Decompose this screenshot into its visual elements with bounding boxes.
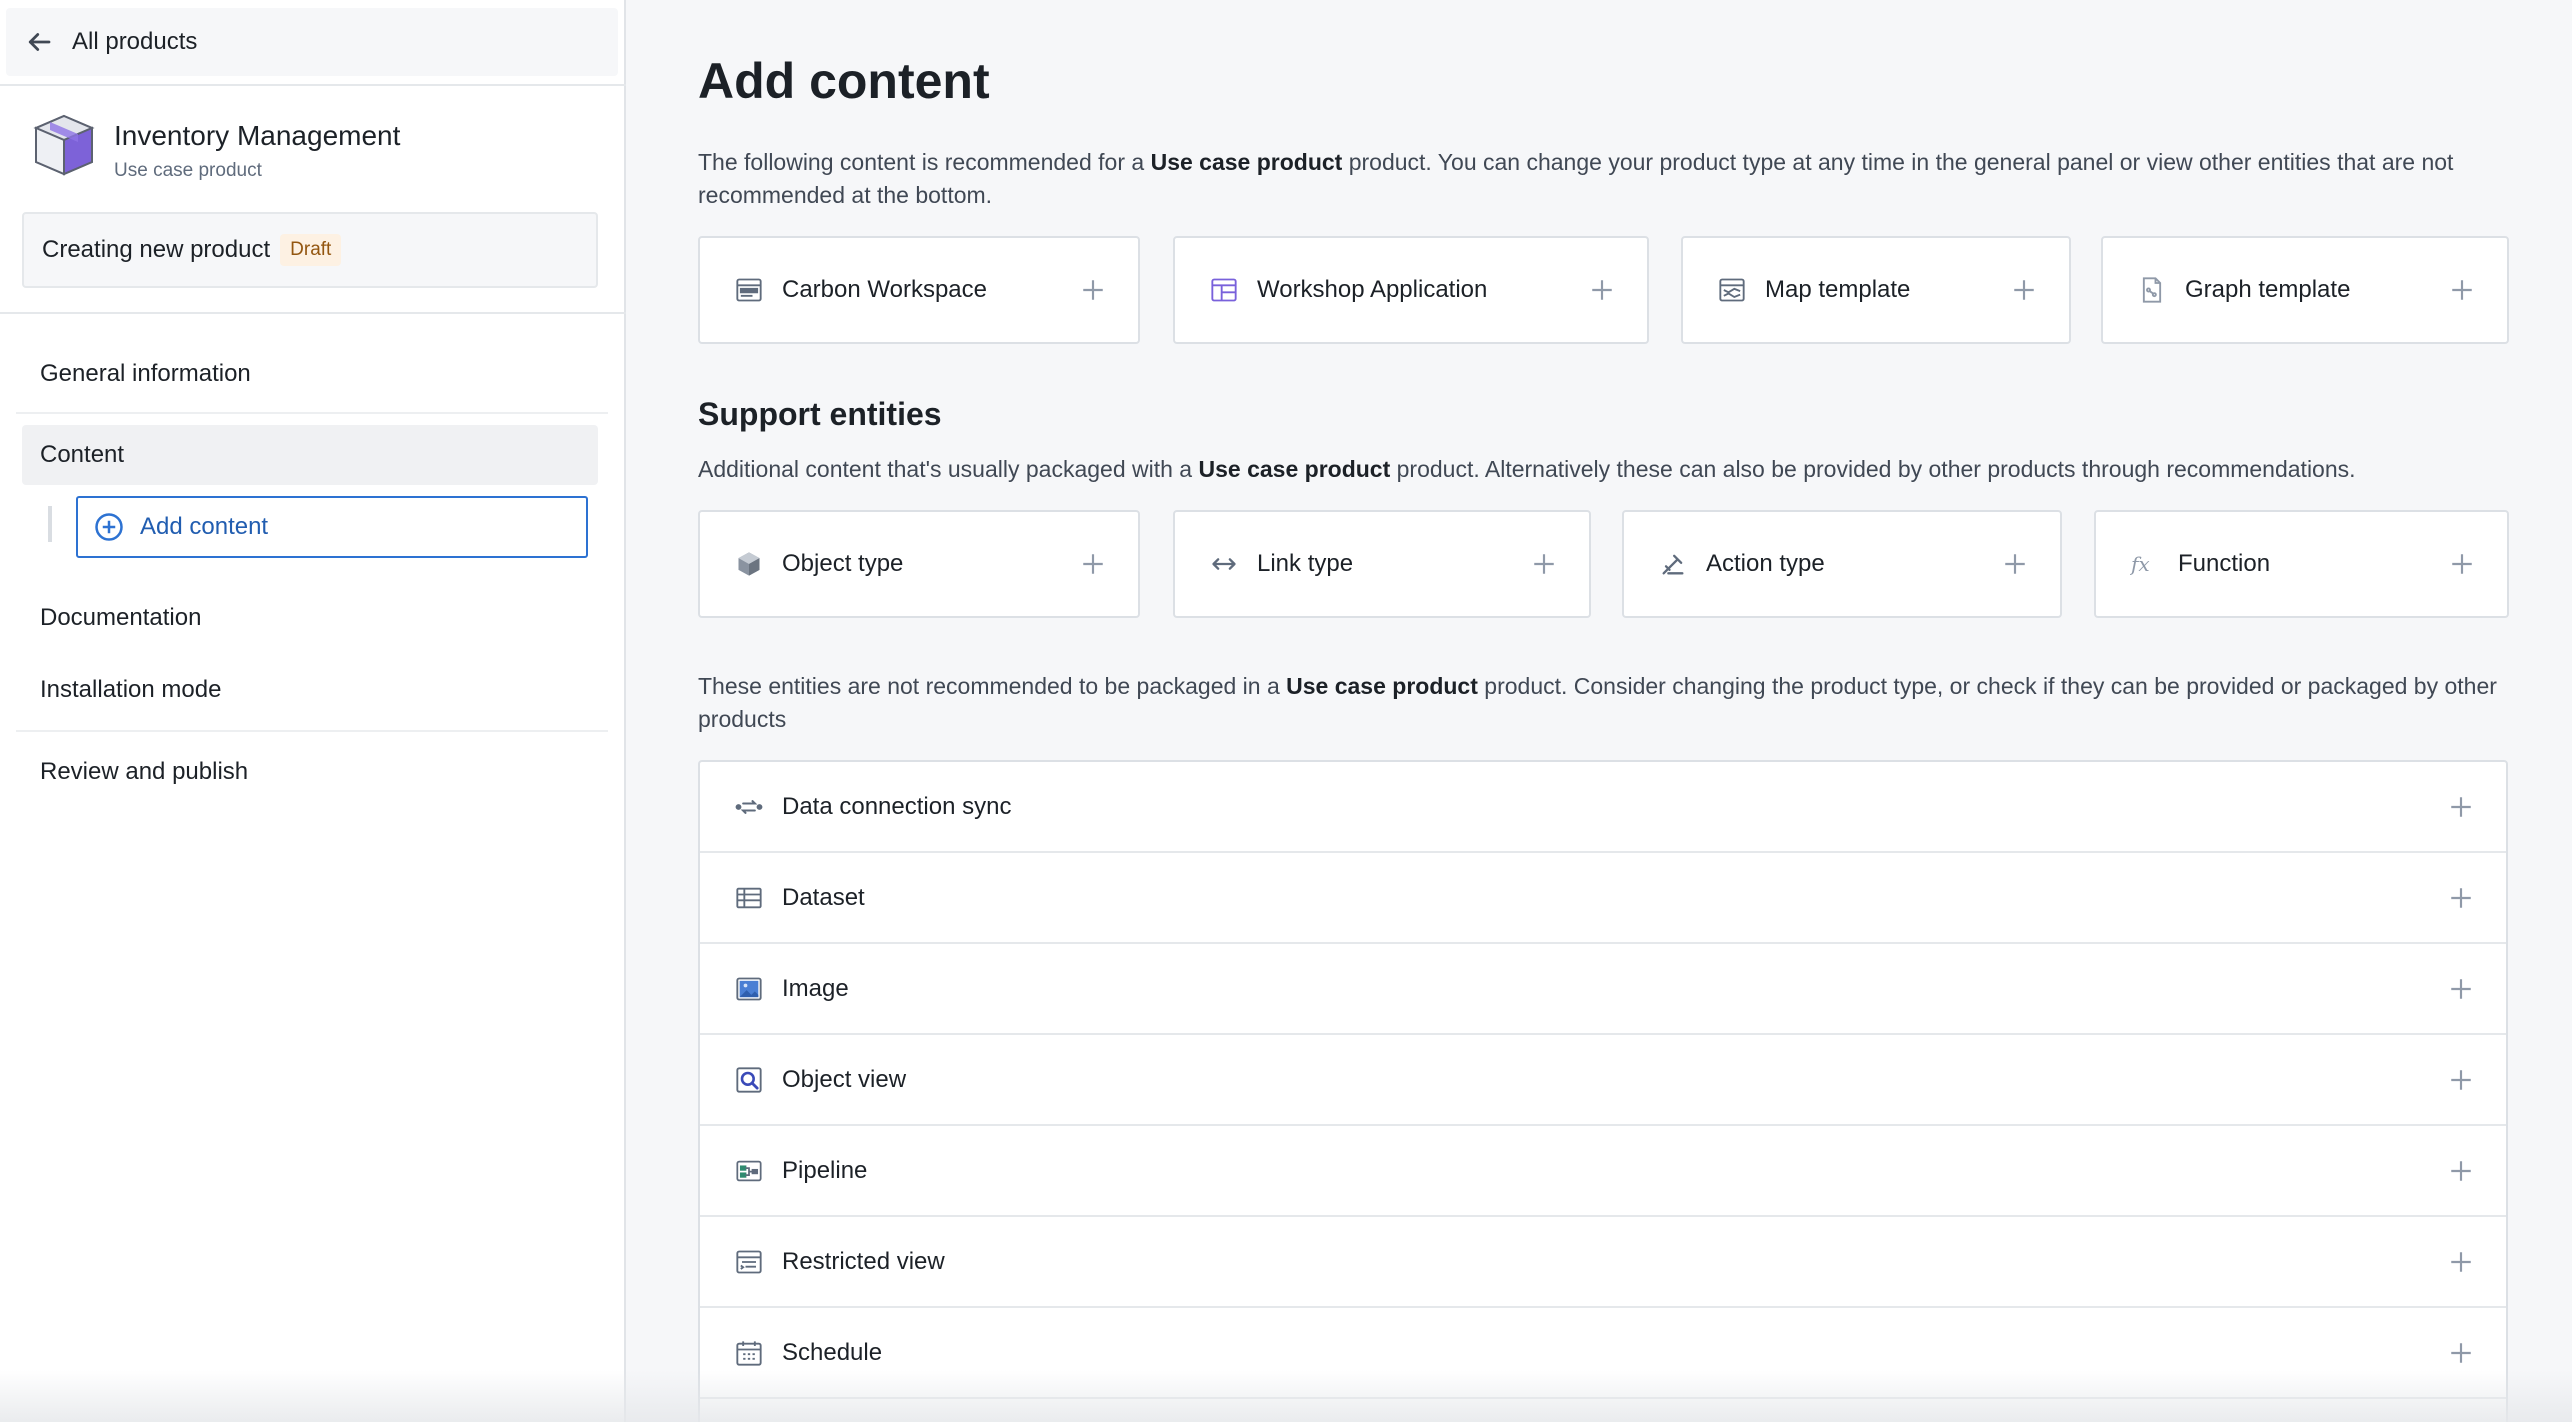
nav-content[interactable]: Content <box>22 425 598 485</box>
list-item-object-view[interactable]: Object view <box>700 1035 2506 1126</box>
add-function-card[interactable]: fx Function <box>2094 510 2509 618</box>
carbon-workspace-icon <box>734 275 764 305</box>
not-recommended-description: These entities are not recommended to be… <box>698 673 2497 732</box>
list-item-label: Dataset <box>782 883 865 911</box>
add-content-label: Add content <box>140 513 269 540</box>
list-item-dataset[interactable]: Dataset <box>700 853 2506 944</box>
card-label: Link type <box>1257 550 1354 577</box>
product-status: Creating new product Draft <box>22 212 598 288</box>
product-type: Use case product <box>114 160 262 181</box>
list-item-label: Object view <box>782 1065 907 1093</box>
product-box-icon <box>33 114 95 176</box>
plus-icon <box>2452 554 2472 574</box>
image-icon <box>734 974 764 1004</box>
dataset-icon <box>734 883 764 913</box>
graph-template-icon <box>2137 275 2167 305</box>
not-recommended-list: Data connection sync Dataset Image Objec… <box>698 760 2508 1422</box>
plus-icon <box>2451 1342 2471 1363</box>
back-label: All products <box>72 28 198 55</box>
plus-icon <box>2451 1160 2471 1181</box>
plus-icon <box>2451 1069 2471 1090</box>
plus-icon <box>2005 554 2025 574</box>
map-template-icon <box>1717 275 1747 305</box>
add-map-template-card[interactable]: Map template <box>1681 236 2071 344</box>
list-item-label: Restricted view <box>782 1247 945 1275</box>
plus-icon <box>2451 1251 2471 1272</box>
cube-icon <box>734 549 764 579</box>
plus-icon <box>2452 280 2472 300</box>
add-carbon-workspace-card[interactable]: Carbon Workspace <box>698 236 1140 344</box>
calendar-icon <box>734 1338 764 1368</box>
product-header: Inventory Management Use case product <box>32 112 400 182</box>
card-label: Function <box>2178 550 2271 577</box>
plus-icon <box>2451 887 2471 908</box>
card-label: Carbon Workspace <box>782 276 987 303</box>
svg-text:fx: fx <box>2130 552 2150 576</box>
action-icon <box>1658 549 1688 579</box>
status-label: Creating new product <box>42 236 271 263</box>
plus-icon <box>1083 554 1103 574</box>
pipeline-icon <box>734 1156 764 1186</box>
nav-installation-mode[interactable]: Installation mode <box>22 660 598 720</box>
add-circle-icon <box>95 513 123 541</box>
add-link-type-card[interactable]: Link type <box>1173 510 1591 618</box>
object-view-icon <box>734 1065 764 1095</box>
all-products-link[interactable]: All products <box>6 8 618 76</box>
card-label: Object type <box>782 550 904 577</box>
product-name: Inventory Management <box>114 120 401 151</box>
list-item-label: Pipeline <box>782 1156 868 1184</box>
plus-icon <box>1534 554 1554 574</box>
add-workshop-application-card[interactable]: Workshop Application <box>1173 236 1649 344</box>
card-label: Workshop Application <box>1257 276 1488 303</box>
main-content: Add content The following content is rec… <box>628 0 2572 1422</box>
list-item-image[interactable]: Image <box>700 944 2506 1035</box>
sync-icon <box>734 792 764 822</box>
list-item-pipeline[interactable]: Pipeline <box>700 1126 2506 1217</box>
workshop-app-icon <box>1209 275 1239 305</box>
list-item[interactable] <box>700 1399 2506 1422</box>
intro-text: The following content is recommended for… <box>698 149 2454 208</box>
sidebar: All products Inventory Management Use ca… <box>0 0 626 1422</box>
nav-review-and-publish[interactable]: Review and publish <box>22 742 598 802</box>
list-item-label: Schedule <box>782 1338 883 1366</box>
function-icon: fx <box>2130 549 2160 579</box>
divider <box>16 730 608 732</box>
support-entities-description: Additional content that's usually packag… <box>698 456 2356 482</box>
list-item-schedule[interactable]: Schedule <box>700 1308 2506 1399</box>
add-graph-template-card[interactable]: Graph template <box>2101 236 2509 344</box>
arrow-left-icon <box>28 33 51 51</box>
card-label: Action type <box>1706 550 1825 577</box>
nav-documentation[interactable]: Documentation <box>22 588 598 648</box>
draft-badge: Draft <box>280 234 342 266</box>
plus-icon <box>1592 280 1612 300</box>
plus-icon <box>2451 978 2471 999</box>
plus-icon <box>2451 796 2471 817</box>
list-item-restricted-view[interactable]: Restricted view <box>700 1217 2506 1308</box>
link-arrows-icon <box>1209 549 1239 579</box>
list-item-label: Data connection sync <box>782 792 1012 820</box>
list-item-data-connection-sync[interactable]: Data connection sync <box>700 762 2506 853</box>
card-label: Graph template <box>2185 276 2351 303</box>
restricted-view-icon <box>734 1247 764 1277</box>
add-object-type-card[interactable]: Object type <box>698 510 1140 618</box>
nav-add-content[interactable]: Add content <box>76 496 588 558</box>
divider <box>0 312 626 314</box>
support-entities-title: Support entities <box>698 396 942 432</box>
plus-icon <box>2014 280 2034 300</box>
card-label: Map template <box>1765 276 1911 303</box>
plus-icon <box>1083 280 1103 300</box>
divider <box>0 84 626 86</box>
add-action-type-card[interactable]: Action type <box>1622 510 2062 618</box>
subnav-indicator <box>48 506 52 542</box>
list-item-label: Image <box>782 974 849 1002</box>
divider <box>16 412 608 414</box>
page-title: Add content <box>698 53 990 109</box>
nav-general-information[interactable]: General information <box>22 344 598 404</box>
